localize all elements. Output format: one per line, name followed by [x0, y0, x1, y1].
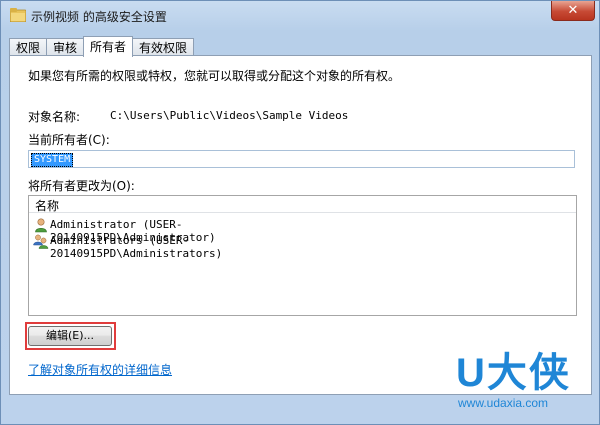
ownership-details-link[interactable]: 了解对象所有权的详细信息: [28, 361, 172, 378]
close-icon: ✕: [567, 3, 579, 18]
dialog-window: 示例视频 的高级安全设置 ✕ 权限 审核 所有者 有效权限 如果您有所需的权限或…: [0, 0, 600, 425]
current-owner-label: 当前所有者(C):: [28, 133, 110, 147]
tab-auditing[interactable]: 审核: [46, 38, 85, 56]
user-icon: [35, 218, 47, 233]
object-name-label: 对象名称:: [28, 110, 81, 124]
list-header[interactable]: 名称: [29, 196, 576, 213]
change-owner-label: 将所有者更改为(O):: [28, 179, 135, 193]
watermark-logo: U大侠 www.udaxia.com: [456, 351, 596, 416]
current-owner-field[interactable]: SYSTEM: [28, 150, 575, 168]
current-owner-value: SYSTEM: [31, 153, 74, 167]
highlight-box: [25, 322, 116, 350]
window-title: 示例视频 的高级安全设置: [31, 10, 167, 24]
close-button[interactable]: ✕: [551, 1, 595, 21]
title-bar[interactable]: 示例视频 的高级安全设置 ✕: [1, 1, 600, 31]
tab-effective-permissions[interactable]: 有效权限: [132, 38, 195, 56]
brand-url: www.udaxia.com: [458, 396, 549, 410]
tab-permissions[interactable]: 权限: [9, 38, 48, 56]
owner-list[interactable]: 名称 Administrator (USER-20140915PD\Admini…: [28, 195, 577, 316]
tab-strip: 权限 审核 所有者 有效权限: [9, 36, 195, 57]
tab-owner[interactable]: 所有者: [83, 36, 134, 57]
owner-tab-panel: 如果您有所需的权限或特权，您就可以取得或分配这个对象的所有权。 对象名称: C:…: [9, 55, 592, 395]
object-name-value: C:\Users\Public\Videos\Sample Videos: [110, 109, 349, 122]
column-name-header: 名称: [35, 199, 60, 213]
folder-icon: [10, 8, 26, 22]
brand-name: U大侠: [456, 351, 571, 395]
intro-text: 如果您有所需的权限或特权，您就可以取得或分配这个对象的所有权。: [28, 69, 401, 83]
users-group-icon: [33, 234, 49, 249]
owner-name: Administrators (USER-20140915PD\Administ…: [50, 234, 223, 260]
